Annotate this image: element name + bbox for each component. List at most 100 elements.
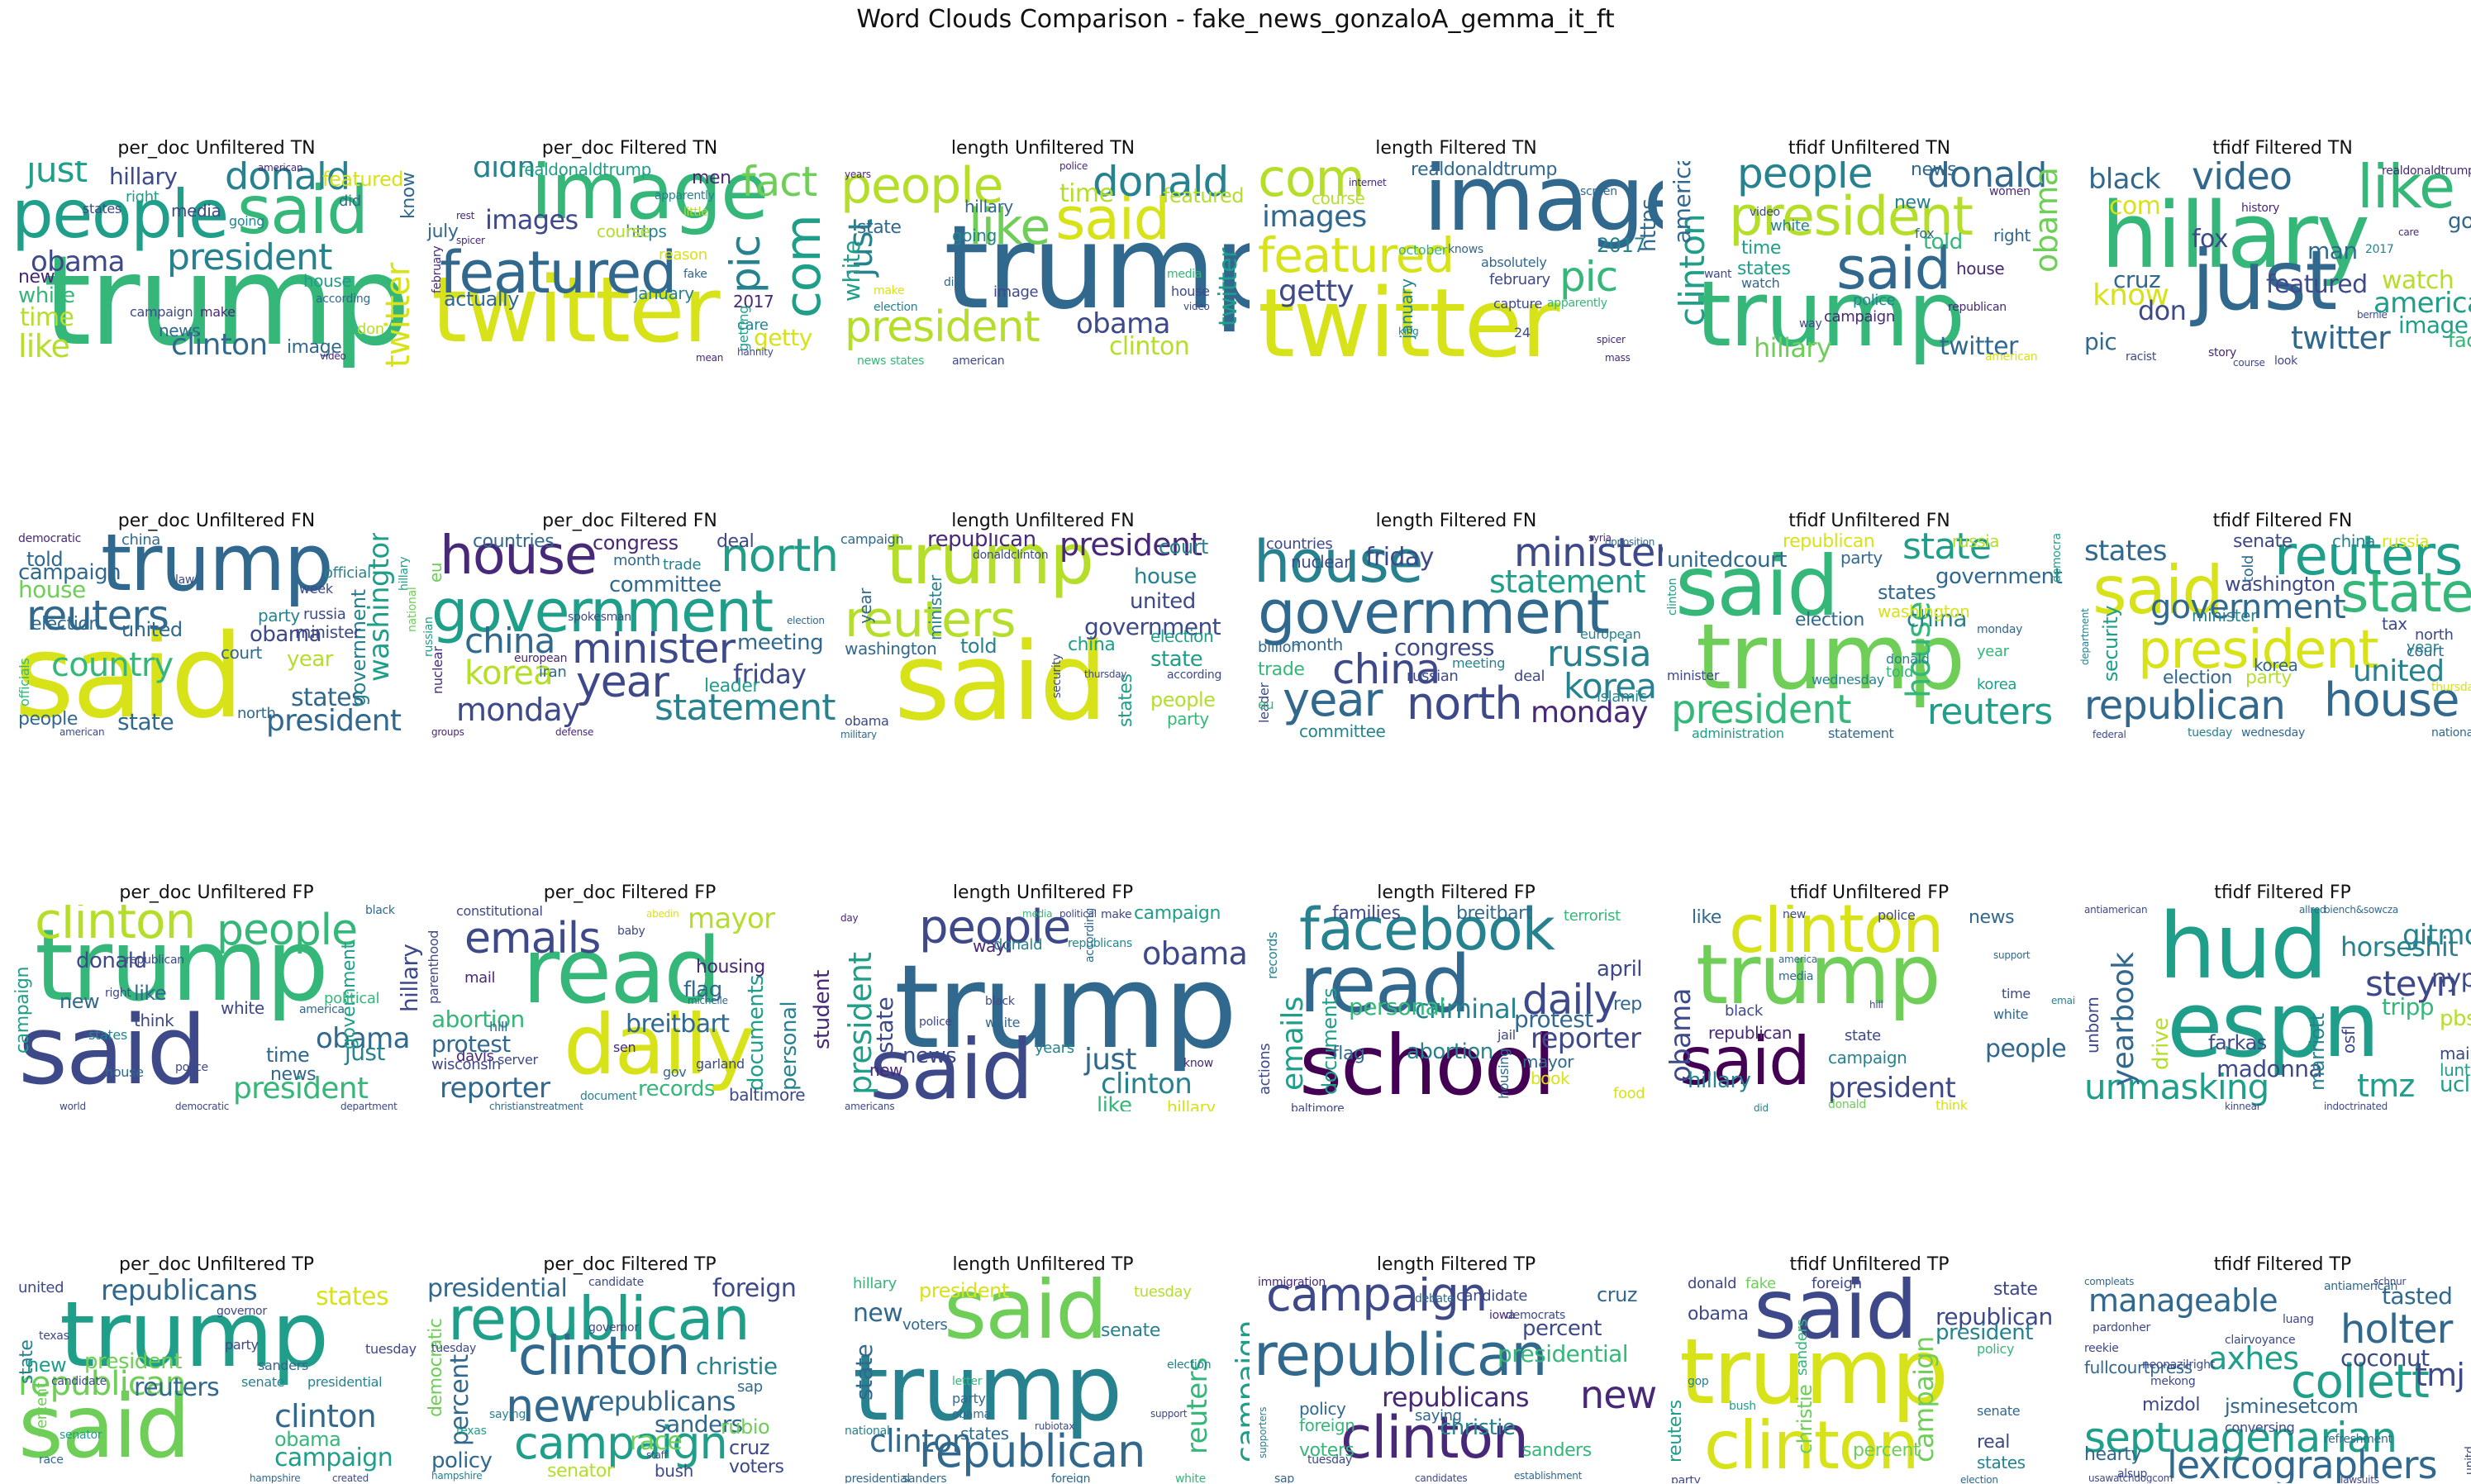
cloud-word: twitter <box>379 263 417 368</box>
cloud-word: senate <box>2233 533 2292 552</box>
cloud-word: iran <box>539 664 567 681</box>
cloud-word: screen <box>1580 185 1617 198</box>
cloud-word: washington <box>1878 602 1970 621</box>
cloud-word: states <box>1116 673 1136 727</box>
cloud-word: donald <box>1688 1277 1737 1292</box>
cloud-word: farkas <box>2208 1031 2267 1054</box>
cloud-word: supporters <box>1257 1406 1269 1458</box>
cloud-word: texas <box>39 1329 69 1343</box>
cloud-word: opposition <box>1605 536 1655 548</box>
cloud-word: deal <box>1514 668 1545 685</box>
cloud-word: did <box>1754 1102 1769 1111</box>
cloud-word: foreign <box>712 1277 797 1303</box>
cloud-word: political <box>1059 908 1097 920</box>
cloud-word: state <box>1993 1279 2038 1300</box>
panel-title: per_doc Unfiltered TP <box>119 1254 314 1275</box>
word-cloud-panel: trump said people obama just clinton president… <box>836 905 1250 1111</box>
cloud-word: real <box>1977 1432 2010 1453</box>
cloud-word: just <box>26 161 88 190</box>
cloud-word: senate <box>1977 1403 2021 1419</box>
cloud-word: party <box>225 1337 259 1353</box>
cloud-word: sen <box>613 1039 636 1055</box>
cloud-word: gov <box>663 1064 687 1080</box>
cloud-word: support <box>1150 1408 1188 1420</box>
cloud-word: way <box>973 936 1006 956</box>
cloud-word: hill <box>489 1019 508 1035</box>
cloud-word: make <box>200 304 236 320</box>
cloud-word: meeting <box>737 630 824 655</box>
cloud-word: republicans <box>101 1277 258 1307</box>
cloud-word: mass <box>1605 352 1631 364</box>
cloud-word: media <box>1022 908 1053 920</box>
cloud-word: years <box>1035 1039 1074 1057</box>
cloud-word: holter <box>2340 1306 2453 1353</box>
cloud-word: presidential <box>427 1277 568 1303</box>
cloud-word: twitter <box>2291 320 2391 356</box>
cloud-word: actions <box>1256 1043 1274 1095</box>
cloud-word: party <box>258 606 300 625</box>
cloud-word: nyp <box>2431 964 2471 993</box>
cloud-word: michelle <box>688 995 728 1006</box>
cloud-word: make <box>1101 908 1132 921</box>
cloud-word: racist <box>2126 350 2157 364</box>
cloud-word: billion <box>1258 639 1301 656</box>
figure-title: Word Clouds Comparison - fake_news_gonza… <box>856 5 1615 34</box>
cloud-word: state <box>1845 1027 1881 1044</box>
cloud-word: korea <box>2254 655 2298 675</box>
word-cloud-panel: trump said republican clinton campaign reuter… <box>836 1277 1250 1483</box>
cloud-word: candidate <box>51 1375 107 1388</box>
cloud-word: statement <box>1828 725 1894 740</box>
cloud-word: january <box>634 283 694 303</box>
cloud-word: course <box>597 221 650 241</box>
cloud-word: united <box>2353 654 2445 688</box>
cloud-word: unborn <box>2083 996 2102 1054</box>
cloud-word: document <box>580 1090 637 1103</box>
cloud-word: eu <box>426 562 445 583</box>
cloud-word: com <box>2109 192 2161 221</box>
cloud-word: gop <box>1688 1375 1709 1388</box>
cloud-word: rest <box>456 210 475 221</box>
cloud-word: department <box>2079 608 2091 665</box>
cloud-word: government <box>347 589 370 706</box>
cloud-word: north <box>237 705 276 722</box>
cloud-word: tripp <box>2382 993 2435 1020</box>
cloud-word: white <box>18 283 75 308</box>
cloud-word: time <box>1741 238 1781 259</box>
cloud-word: black <box>365 905 395 917</box>
cloud-word: week <box>299 581 333 597</box>
cloud-word: according <box>1167 668 1222 682</box>
cloud-word: hud <box>2159 905 2328 999</box>
cloud-word: president <box>84 1349 182 1374</box>
cloud-word: state <box>2340 561 2471 625</box>
cloud-word: spicer <box>1597 334 1626 345</box>
cloud-word: pbs <box>2440 1006 2471 1031</box>
cloud-word: realdonaldtrump <box>518 161 651 179</box>
word-cloud-panel: government house minister china year north rus… <box>1250 533 1663 740</box>
panel-title: tfidf Unfiltered FN <box>1788 511 1950 531</box>
cloud-word: reuters <box>134 1373 220 1402</box>
cloud-word: watch <box>1741 275 1780 291</box>
cloud-word: according <box>316 293 371 306</box>
cloud-word: year <box>1977 643 2009 660</box>
cloud-word: news <box>1969 907 2015 928</box>
cloud-word: reekie <box>2084 1342 2119 1355</box>
cloud-word: senator <box>547 1461 614 1482</box>
cloud-word: campaign <box>1231 1320 1250 1463</box>
cloud-word: states <box>88 1027 127 1043</box>
cloud-word: united <box>121 618 183 641</box>
cloud-word: state <box>117 708 174 735</box>
cloud-word: man <box>2307 237 2358 264</box>
panel-title: length Filtered TP <box>1376 1254 1536 1275</box>
cloud-word: christianstreatment <box>489 1101 583 1111</box>
cloud-word: year <box>855 587 875 624</box>
cloud-word: mekong <box>2150 1375 2196 1388</box>
cloud-word: tuesday <box>1134 1283 1192 1301</box>
word-cloud-panel: trumppeoplesaidlikedonaldpresidentobamac… <box>836 161 1250 368</box>
cloud-word: lawsuits <box>2340 1474 2379 1483</box>
cloud-word: antiamerican <box>2084 905 2148 916</box>
cloud-word: time <box>266 1044 310 1067</box>
cloud-word: debate <box>1415 1292 1455 1306</box>
cloud-word: email <box>2051 995 2076 1006</box>
cloud-word: want <box>1704 268 1732 281</box>
cloud-word: rep <box>1613 994 1642 1015</box>
